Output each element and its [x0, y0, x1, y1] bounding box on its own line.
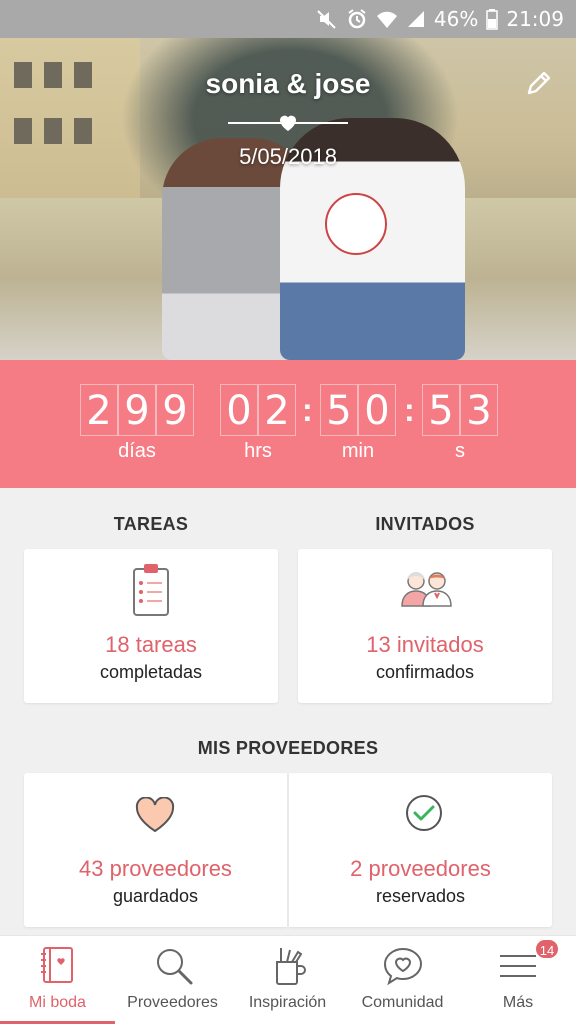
nav-label: Comunidad: [361, 994, 444, 1011]
heart-icon: [276, 110, 300, 134]
signal-icon: [406, 9, 426, 29]
proveedores-guardados-sub: guardados: [112, 886, 199, 906]
countdown-digit: 5: [320, 384, 358, 436]
tareas-card[interactable]: 18 tareas completadas: [24, 549, 278, 703]
tareas-sub: completadas: [99, 662, 203, 682]
countdown-minutes-label: min: [341, 440, 375, 462]
proveedores-reservados-card[interactable]: 2 proveedores reservados: [289, 773, 552, 927]
heart-outline-icon: [134, 796, 176, 838]
countdown-digit: 3: [460, 384, 498, 436]
check-circle-icon: [404, 793, 444, 838]
mute-icon: [316, 8, 338, 30]
notification-badge: 14: [534, 938, 560, 960]
countdown-digit: 0: [358, 384, 396, 436]
battery-percent: 46%: [433, 7, 479, 31]
nav-mi-boda[interactable]: Mi boda: [0, 936, 115, 1024]
clipboard-icon: [131, 563, 171, 622]
nav-label: Mi boda: [29, 994, 86, 1011]
countdown-digit: 0: [220, 384, 258, 436]
nav-label: Proveedores: [127, 994, 218, 1011]
alarm-icon: [346, 8, 368, 30]
countdown-digit: 2: [80, 384, 118, 436]
countdown-separator: :: [302, 392, 313, 428]
countdown-digit: 2: [258, 384, 296, 436]
countdown-panel: 2 9 9 0 2 : 5 0 : 5 3 días hrs min s: [0, 360, 576, 488]
countdown-separator: :: [404, 392, 415, 428]
nav-label: Más: [502, 994, 534, 1011]
countdown-digit: 9: [156, 384, 194, 436]
proveedores-reservados-sub: reservados: [375, 886, 466, 906]
chat-heart-icon: [381, 944, 425, 988]
tareas-count: 18 tareas: [105, 632, 197, 657]
invitados-count: 13 invitados: [366, 632, 484, 657]
invitados-title: INVITADOS: [375, 514, 475, 534]
edit-icon[interactable]: [524, 68, 554, 98]
proveedores-guardados-count: 43 proveedores: [79, 856, 232, 881]
wedding-date: 5/05/2018: [239, 144, 337, 169]
wifi-icon: [376, 8, 398, 30]
guests-icon: [399, 569, 453, 612]
proveedores-reservados-count: 2 proveedores: [350, 856, 491, 881]
clock-time: 21:09: [506, 7, 564, 31]
countdown-digit: 5: [422, 384, 460, 436]
invitados-card[interactable]: 13 invitados confirmados: [298, 549, 552, 703]
nav-comunidad[interactable]: Comunidad: [345, 936, 460, 1024]
battery-icon: [486, 8, 499, 30]
proveedores-title: MIS PROVEEDORES: [197, 738, 379, 758]
search-icon: [151, 944, 195, 988]
countdown-seconds-label: s: [455, 440, 465, 462]
bottom-nav: Mi boda Proveedores Inspiración Comunida…: [0, 935, 576, 1024]
nav-inspiracion[interactable]: Inspiración: [230, 936, 345, 1024]
couple-name: sonia & jose: [205, 68, 371, 99]
nav-label: Inspiración: [248, 994, 327, 1011]
countdown-digit: 9: [118, 384, 156, 436]
notebook-icon: [36, 944, 80, 988]
pencil-cup-icon: [266, 944, 310, 988]
nav-proveedores[interactable]: Proveedores: [115, 936, 230, 1024]
status-bar: 46% 21:09: [0, 0, 576, 38]
invitados-sub: confirmados: [375, 662, 475, 682]
proveedores-guardados-card[interactable]: 43 proveedores guardados: [24, 773, 287, 927]
countdown-hours-label: hrs: [244, 440, 272, 462]
hero-overlay: sonia & jose 5/05/2018: [0, 38, 576, 360]
tareas-title: TAREAS: [113, 514, 189, 534]
countdown-days-label: días: [118, 440, 156, 462]
